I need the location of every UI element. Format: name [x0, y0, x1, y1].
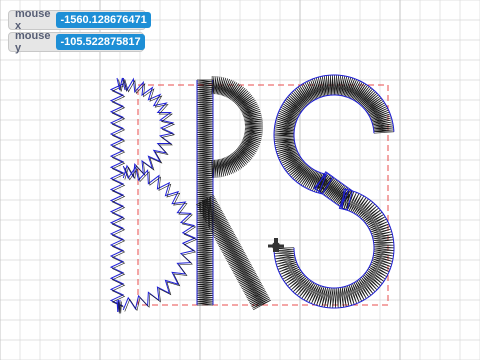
mouse-x-label: mouse x	[15, 8, 51, 32]
mouse-x-monitor[interactable]: mouse x -1560.128676471	[8, 8, 151, 32]
mouse-y-label: mouse y	[15, 30, 51, 54]
stage-canvas[interactable]	[0, 0, 480, 360]
mouse-y-value: -105.522875817	[56, 34, 145, 50]
letter-s-stitches	[273, 74, 395, 309]
mouse-y-monitor[interactable]: mouse y -105.522875817	[8, 30, 145, 54]
letter-r-stitches	[196, 75, 271, 311]
mouse-x-value: -1560.128676471	[56, 12, 151, 28]
background-grid	[0, 0, 480, 360]
design-bounding-box	[137, 84, 389, 306]
letter-b-stitches	[109, 77, 198, 314]
